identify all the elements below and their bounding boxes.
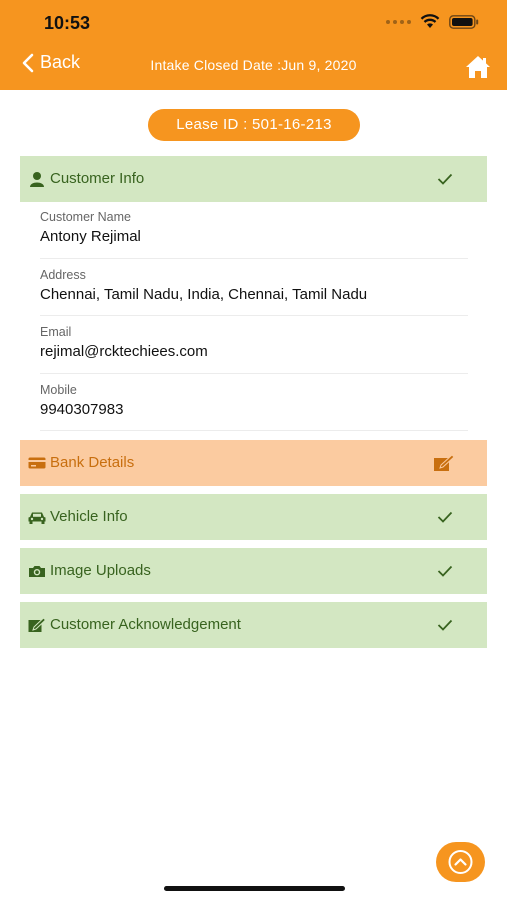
checkmark-icon — [437, 565, 453, 577]
field-label: Mobile — [40, 382, 77, 397]
email-value: rejimal@rcktechiees.com — [40, 343, 208, 360]
mobile-field: Mobile 9940307983 — [40, 374, 468, 431]
status-icons — [386, 14, 479, 29]
customer-name-value: Antony Rejimal — [40, 228, 141, 245]
sign-document-icon — [28, 617, 46, 632]
home-icon[interactable] — [465, 54, 491, 80]
scroll-to-top-button[interactable] — [436, 842, 485, 882]
section-label: Vehicle Info — [50, 508, 128, 525]
field-label: Address — [40, 267, 86, 282]
section-image-uploads[interactable]: Image Uploads — [20, 548, 487, 594]
lease-id-badge: Lease ID : 501-16-213 — [148, 109, 360, 141]
wifi-icon — [420, 14, 440, 28]
checkmark-icon — [437, 619, 453, 631]
field-label: Email — [40, 325, 72, 339]
section-label: Bank Details — [50, 454, 135, 471]
mobile-value: 9940307983 — [40, 400, 124, 418]
email-field: Email rejimal@rcktechiees.com — [40, 316, 468, 374]
camera-icon — [29, 566, 45, 577]
car-icon — [28, 512, 46, 524]
section-label: Image Uploads — [50, 562, 151, 579]
section-vehicle-info[interactable]: Vehicle Info — [20, 494, 487, 540]
edit-icon[interactable] — [433, 454, 455, 472]
battery-icon — [449, 14, 479, 29]
address-value: Chennai, Tamil Nadu, India, Chennai, Tam… — [40, 285, 368, 303]
home-indicator — [164, 886, 345, 891]
status-time: 10:53 — [44, 13, 91, 33]
section-bank-details[interactable]: Bank Details — [20, 440, 487, 486]
credit-card-icon — [28, 457, 46, 469]
top-bar: 10:53 Back Intake Closed Date :Jun 9, 20… — [0, 0, 507, 90]
page-title: Intake Closed Date :Jun 9, 2020 — [150, 57, 357, 73]
section-label: Customer Acknowledgement — [50, 616, 241, 633]
section-label: Customer Info — [50, 170, 145, 187]
chevron-up-circle-icon — [448, 850, 473, 874]
checkmark-icon — [437, 173, 453, 185]
customer-name-field: Customer Name Antony Rejimal — [40, 201, 468, 259]
address-field: Address Chennai, Tamil Nadu, India, Chen… — [40, 259, 468, 316]
user-icon — [30, 172, 44, 187]
section-customer-acknowledgement[interactable]: Customer Acknowledgement — [20, 602, 487, 648]
customer-info-details: Customer Name Antony Rejimal Address Che… — [40, 201, 468, 431]
section-customer-info[interactable]: Customer Info — [20, 156, 487, 202]
field-label: Customer Name — [40, 210, 131, 224]
signal-icon — [386, 19, 411, 24]
checkmark-icon — [437, 511, 453, 523]
